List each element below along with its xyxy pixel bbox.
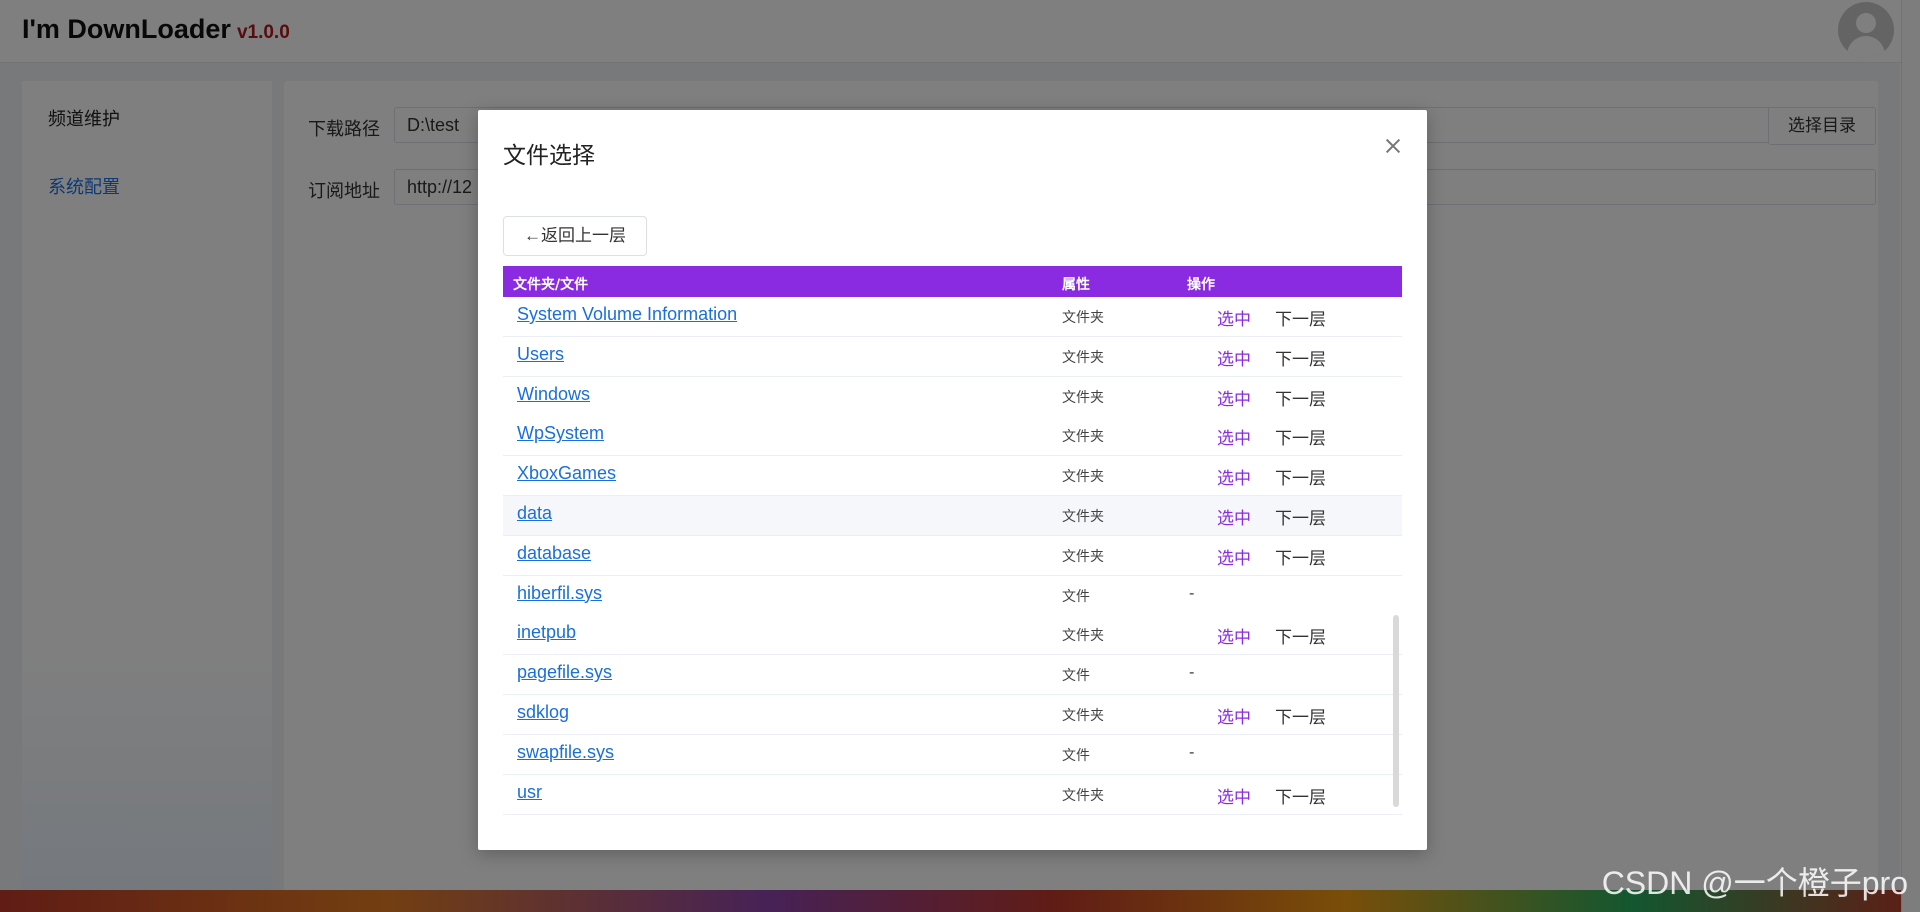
- file-name-link[interactable]: database: [517, 543, 591, 564]
- next-level-button[interactable]: 下一层: [1275, 424, 1326, 449]
- watermark: CSDN @一个橙子pro: [1601, 865, 1908, 901]
- file-attr: 文件夹: [1062, 787, 1104, 804]
- table-body[interactable]: System Volume Information 文件夹 选中 下一层 Users 文件…: [503, 297, 1402, 822]
- file-name-link[interactable]: data: [517, 503, 552, 524]
- table-row[interactable]: Windows 文件夹 选中 下一层: [503, 376, 1402, 417]
- next-level-button[interactable]: 下一层: [1275, 385, 1326, 410]
- file-name-link[interactable]: sdklog: [517, 702, 569, 723]
- table-row[interactable]: WpSystem 文件夹 选中 下一层: [503, 416, 1402, 457]
- next-level-button[interactable]: 下一层: [1275, 504, 1326, 529]
- file-select-dialog: 文件选择 ←返回上一层 文件夹/文件 属性 操作 System Volume I…: [478, 110, 1427, 850]
- table-row[interactable]: database 文件夹 选中 下一层: [503, 535, 1402, 576]
- next-level-button[interactable]: 下一层: [1275, 345, 1326, 370]
- select-button[interactable]: 选中: [1217, 544, 1251, 569]
- file-name-link[interactable]: hiberfil.sys: [517, 583, 602, 604]
- table-row[interactable]: data 文件夹 选中 下一层: [503, 496, 1402, 536]
- file-attr: 文件: [1062, 668, 1090, 685]
- file-name-link[interactable]: swapfile.sys: [517, 742, 614, 763]
- no-action: -: [1189, 742, 1195, 761]
- table-row[interactable]: System Volume Information 文件夹 选中 下一层: [503, 297, 1402, 337]
- next-level-button[interactable]: 下一层: [1275, 623, 1326, 648]
- select-button[interactable]: 选中: [1217, 345, 1251, 370]
- file-name-link[interactable]: inetpub: [517, 622, 576, 643]
- file-attr: 文件夹: [1062, 548, 1104, 565]
- file-name-link[interactable]: usr: [517, 782, 542, 803]
- select-button[interactable]: 选中: [1217, 703, 1251, 728]
- next-level-button[interactable]: 下一层: [1275, 703, 1326, 728]
- file-attr: 文件夹: [1062, 708, 1104, 724]
- file-name-link[interactable]: pagefile.sys: [517, 662, 612, 683]
- select-button[interactable]: 选中: [1217, 623, 1251, 648]
- file-attr: 文件夹: [1062, 469, 1104, 486]
- file-name-link[interactable]: System Volume Information: [517, 304, 737, 325]
- next-level-button[interactable]: 下一层: [1275, 783, 1326, 808]
- select-button[interactable]: 选中: [1217, 504, 1251, 529]
- file-attr: 文件: [1062, 588, 1090, 605]
- file-attr: 文件夹: [1062, 509, 1104, 525]
- table-row[interactable]: swapfile.sys 文件 -: [503, 734, 1402, 775]
- table-scrollbar[interactable]: [1393, 615, 1399, 807]
- table-row[interactable]: inetpub 文件夹 选中 下一层: [503, 615, 1402, 656]
- table-row[interactable]: hiberfil.sys 文件 -: [503, 575, 1402, 616]
- file-attr: 文件夹: [1062, 349, 1104, 366]
- file-attr: 文件: [1062, 747, 1090, 764]
- table-row[interactable]: pagefile.sys 文件 -: [503, 655, 1402, 696]
- select-button[interactable]: 选中: [1217, 783, 1251, 808]
- next-level-button[interactable]: 下一层: [1275, 464, 1326, 489]
- select-button[interactable]: 选中: [1217, 305, 1251, 330]
- next-level-button[interactable]: 下一层: [1275, 544, 1326, 569]
- file-table: 文件夹/文件 属性 操作 System Volume Information 文件…: [503, 266, 1402, 822]
- back-up-level-button[interactable]: ←返回上一层: [503, 216, 647, 256]
- select-button[interactable]: 选中: [1217, 464, 1251, 489]
- table-row[interactable]: XboxGames 文件夹 选中 下一层: [503, 456, 1402, 497]
- file-name-link[interactable]: XboxGames: [517, 463, 616, 484]
- table-row[interactable]: Users 文件夹 选中 下一层: [503, 336, 1402, 377]
- file-attr: 文件夹: [1062, 429, 1104, 446]
- table-row[interactable]: usr 文件夹 选中 下一层: [503, 774, 1402, 815]
- select-button[interactable]: 选中: [1217, 424, 1251, 449]
- no-action: -: [1189, 663, 1195, 682]
- file-attr: 文件夹: [1062, 628, 1104, 645]
- file-name-link[interactable]: WpSystem: [517, 423, 604, 444]
- file-name-link[interactable]: Users: [517, 344, 564, 365]
- table-row[interactable]: sdklog 文件夹 选中 下一层: [503, 695, 1402, 735]
- next-level-button[interactable]: 下一层: [1275, 305, 1326, 330]
- close-icon[interactable]: [1381, 134, 1405, 158]
- no-action: -: [1189, 583, 1195, 602]
- select-button[interactable]: 选中: [1217, 385, 1251, 410]
- dialog-title: 文件选择: [503, 142, 595, 168]
- file-name-link[interactable]: Windows: [517, 384, 590, 405]
- file-attr: 文件夹: [1062, 389, 1104, 406]
- file-attr: 文件夹: [1062, 310, 1104, 326]
